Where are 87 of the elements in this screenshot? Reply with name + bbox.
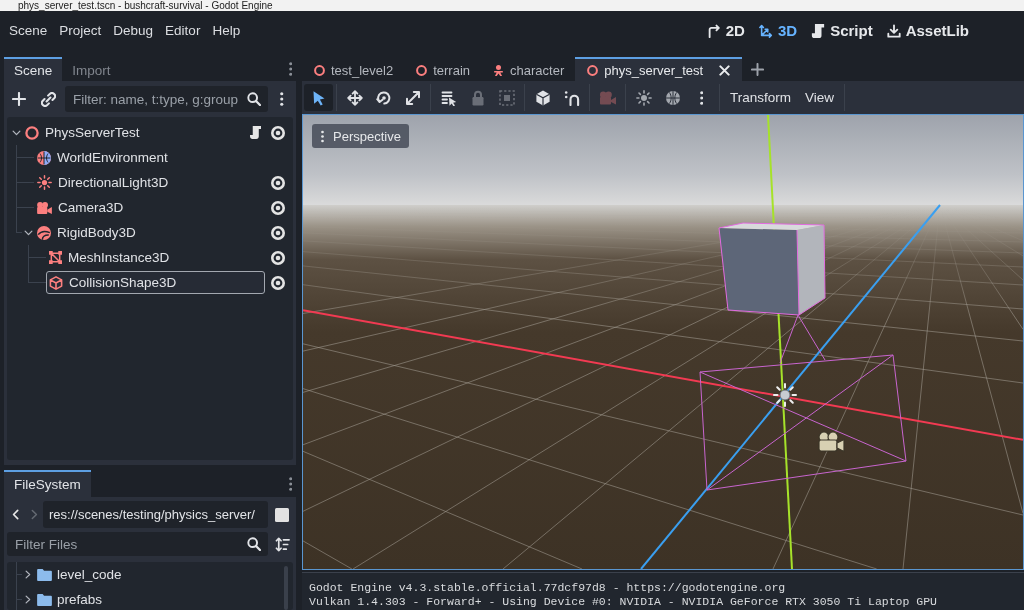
figure-icon <box>493 64 504 76</box>
sun-icon <box>635 89 652 106</box>
chevron-icon[interactable] <box>23 229 33 236</box>
workspace-tab[interactable]: 3D <box>751 18 805 43</box>
window-title: phys_server_test.tscn - bushcraft-survival - Godot Engine <box>0 0 1024 11</box>
chevron-icon[interactable] <box>25 570 31 579</box>
kebab-menu-icon <box>321 129 324 143</box>
console-line: Vulkan 1.4.303 - Forward+ - Using Device #0: NVIDIA - NVIDIA GeForce RTX 3050 Ti Laptop GPU <box>309 595 938 609</box>
tree-item[interactable]: Camera3D <box>34 196 129 219</box>
sun-icon <box>37 175 52 190</box>
kebab-menu-icon[interactable] <box>288 476 292 491</box>
menu-item[interactable]: Help <box>206 19 247 42</box>
chevron-icon[interactable] <box>11 129 21 136</box>
eye-icon[interactable] <box>271 225 285 240</box>
mesh-square-icon <box>49 251 62 264</box>
search-icon <box>247 537 261 551</box>
dock-tab[interactable]: FileSystem <box>4 470 91 497</box>
file-item[interactable]: level_code <box>34 563 127 586</box>
axes-icon <box>758 23 773 38</box>
folder-icon <box>37 593 52 606</box>
camera-icon <box>37 201 52 214</box>
camera-icon <box>599 89 616 106</box>
menu-button[interactable]: View <box>798 85 842 110</box>
filter-field[interactable]: Filter Files <box>7 532 268 556</box>
camera-gizmo-icon <box>818 431 845 453</box>
kebab-menu-icon[interactable] <box>280 92 284 106</box>
sort-icon[interactable] <box>274 536 290 552</box>
workspace-tab[interactable]: Script <box>804 18 880 43</box>
ball-icon <box>37 225 51 240</box>
tree-item[interactable]: DirectionalLight3D <box>34 171 174 194</box>
file-tab[interactable]: character <box>481 57 576 81</box>
workspace-tab[interactable]: AssetLib <box>879 18 976 43</box>
file-item[interactable]: prefabs <box>34 588 108 610</box>
circular-arrow-icon <box>375 89 392 106</box>
dock-tab[interactable]: Import <box>62 57 121 81</box>
menu-button[interactable]: Transform <box>723 85 798 110</box>
kebab-menu-icon[interactable] <box>288 62 292 76</box>
menu-item[interactable]: Debug <box>107 19 160 42</box>
globe-icon <box>37 150 51 165</box>
plus-icon[interactable] <box>751 62 765 76</box>
square-toggle-icon[interactable] <box>275 507 289 522</box>
tree-item[interactable]: PhysServerTest <box>22 121 145 144</box>
file-tab[interactable]: test_level2 <box>302 57 405 81</box>
light-gizmo-icon <box>773 383 797 407</box>
search-icon <box>247 92 261 106</box>
filter-field[interactable]: Filter: name, t:type, g:group <box>65 86 268 112</box>
cube-icon <box>534 89 551 106</box>
file-tab[interactable]: terrain <box>404 57 481 81</box>
cube-outline-icon <box>49 275 63 290</box>
eye-icon[interactable] <box>271 125 285 140</box>
menu-item[interactable]: Editor <box>159 19 207 42</box>
diagonal-arrows-icon <box>404 89 421 106</box>
scroll-icon[interactable] <box>250 126 261 139</box>
perspective-menu-button[interactable]: Perspective <box>312 124 409 148</box>
folder-icon <box>37 568 52 581</box>
workspace-tab[interactable]: 2D <box>699 18 752 43</box>
file-tab[interactable]: phys_server_test <box>575 57 743 81</box>
ring-icon <box>25 125 39 140</box>
tree-item[interactable]: WorldEnvironment <box>34 146 173 169</box>
ring-icon <box>416 64 428 76</box>
path-field[interactable]: res://scenes/testing/physics_server/ <box>43 501 268 528</box>
eye-icon[interactable] <box>271 250 285 265</box>
dashed-square-icon <box>498 89 515 106</box>
tree-item[interactable]: CollisionShape3D <box>46 271 265 294</box>
download-icon <box>886 23 901 38</box>
close-icon[interactable] <box>719 64 731 76</box>
ring-icon <box>314 64 325 76</box>
chain-link-icon[interactable] <box>40 91 56 107</box>
globe-icon <box>664 89 681 106</box>
four-way-arrows-icon <box>346 89 363 106</box>
tree-item[interactable]: MeshInstance3D <box>46 246 175 269</box>
corner-arrow-icon <box>706 23 721 38</box>
dock-tab[interactable]: Scene <box>4 57 63 81</box>
menu-item[interactable]: Scene <box>3 19 54 42</box>
scroll-icon <box>811 23 826 38</box>
ring-icon <box>587 64 599 76</box>
console-line: Godot Engine v4.3.stable.official.77dcf97d8 - https://godotengine.org <box>309 581 787 595</box>
kebab-menu-icon <box>699 90 704 105</box>
menu-item[interactable]: Project <box>53 19 108 42</box>
eye-icon[interactable] <box>271 175 285 190</box>
chevron-icon[interactable] <box>25 595 31 604</box>
magnet-icon <box>563 89 580 106</box>
eye-icon[interactable] <box>271 275 285 290</box>
list-cursor-icon <box>440 89 457 106</box>
select-mode-button[interactable] <box>304 84 333 111</box>
tree-item[interactable]: RigidBody3D <box>34 221 141 244</box>
eye-icon[interactable] <box>271 200 285 215</box>
